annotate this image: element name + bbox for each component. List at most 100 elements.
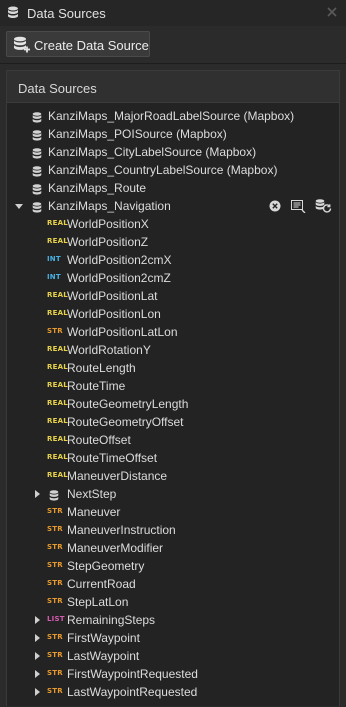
data-field-row[interactable]: REAL RouteGeometryLength (7, 395, 339, 413)
data-field-label: RouteLength (67, 361, 136, 375)
data-field-label: RouteTime (67, 379, 126, 393)
expand-arrow-icon[interactable] (35, 688, 40, 696)
data-field-label: WorldRotationY (67, 343, 151, 357)
data-field-row[interactable]: REAL ManeuverDistance (7, 467, 339, 485)
clear-circle-icon[interactable] (269, 197, 281, 215)
data-field-label: CurrentRoad (67, 577, 136, 591)
create-data-source-button[interactable]: Create Data Source (6, 31, 150, 57)
data-field-row[interactable]: REAL WorldPositionLat (7, 287, 339, 305)
data-field-label: StepLatLon (67, 595, 129, 609)
edit-source-icon[interactable] (291, 197, 306, 215)
data-source-row[interactable]: KanziMaps_MajorRoadLabelSource (Mapbox) (7, 107, 339, 125)
data-sources-panel: Data Sources KanziMaps_MajorRoadLabelSou… (6, 70, 340, 706)
data-source-row[interactable]: KanziMaps_POISource (Mapbox) (7, 125, 339, 143)
data-field-row[interactable]: INT WorldPosition2cmX (7, 251, 339, 269)
database-add-icon (14, 36, 30, 53)
expand-arrow-icon[interactable] (35, 634, 40, 642)
data-source-label: KanziMaps_POISource (Mapbox) (48, 127, 227, 141)
data-field-label: LastWaypointRequested (67, 685, 198, 699)
data-field-row[interactable]: REAL WorldRotationY (7, 341, 339, 359)
type-str-icon: STR (47, 597, 63, 605)
data-source-row[interactable]: KanziMaps_Navigation (7, 197, 339, 215)
type-str-icon: STR (47, 543, 63, 551)
type-str-icon: STR (47, 669, 63, 677)
type-str-icon: STR (47, 561, 63, 569)
data-field-label: ManeuverInstruction (67, 523, 176, 537)
scrollbar[interactable] (336, 103, 339, 707)
type-real-icon: REAL (47, 291, 68, 299)
data-source-label: KanziMaps_Route (48, 181, 147, 195)
type-str-icon: STR (47, 579, 63, 587)
data-field-label: WorldPositionZ (67, 235, 149, 249)
data-field-row[interactable]: REAL RouteTimeOffset (7, 449, 339, 467)
data-field-row[interactable]: REAL RouteLength (7, 359, 339, 377)
data-field-label: RouteGeometryOffset (67, 415, 184, 429)
type-int-icon: INT (47, 273, 61, 281)
data-field-row[interactable]: NextStep (7, 485, 339, 503)
type-str-icon: STR (47, 507, 63, 515)
data-field-label: StepGeometry (67, 559, 145, 573)
data-field-label: LastWaypoint (67, 649, 140, 663)
type-real-icon: REAL (47, 219, 68, 227)
data-field-row[interactable]: STR LastWaypoint (7, 647, 339, 665)
data-field-row[interactable]: REAL WorldPositionZ (7, 233, 339, 251)
data-field-label: WorldPositionLon (67, 307, 161, 321)
type-real-icon: REAL (47, 309, 68, 317)
data-field-row[interactable]: STR StepLatLon (7, 593, 339, 611)
data-source-row[interactable]: KanziMaps_CountryLabelSource (Mapbox) (7, 161, 339, 179)
type-str-icon: STR (47, 651, 63, 659)
data-field-label: RemainingSteps (67, 613, 156, 627)
data-source-label: KanziMaps_MajorRoadLabelSource (Mapbox) (48, 109, 295, 123)
type-real-icon: REAL (47, 453, 68, 461)
close-icon[interactable] (326, 6, 338, 18)
data-field-row[interactable]: STR FirstWaypoint (7, 629, 339, 647)
data-field-row[interactable]: REAL RouteTime (7, 377, 339, 395)
database-icon (8, 6, 18, 18)
data-field-label: WorldPositionLat (67, 289, 158, 303)
data-field-label: Maneuver (67, 505, 121, 519)
data-field-row[interactable]: REAL WorldPositionLon (7, 305, 339, 323)
type-str-icon: STR (47, 525, 63, 533)
type-real-icon: REAL (47, 363, 68, 371)
data-field-row[interactable]: STR Maneuver (7, 503, 339, 521)
data-field-row[interactable]: STR StepGeometry (7, 557, 339, 575)
data-field-row[interactable]: STR CurrentRoad (7, 575, 339, 593)
data-field-row[interactable]: STR WorldPositionLatLon (7, 323, 339, 341)
data-field-row[interactable]: REAL RouteGeometryOffset (7, 413, 339, 431)
data-field-label: NextStep (67, 487, 117, 501)
data-field-label: ManeuverModifier (67, 541, 164, 555)
type-str-icon: STR (47, 633, 63, 641)
type-real-icon: REAL (47, 399, 68, 407)
expand-arrow-icon[interactable] (35, 670, 40, 678)
create-data-source-label: Create Data Source (34, 38, 149, 53)
expand-arrow-icon[interactable] (15, 204, 23, 209)
type-real-icon: REAL (47, 471, 68, 479)
window-title: Data Sources (27, 6, 106, 21)
data-source-row[interactable]: KanziMaps_CityLabelSource (Mapbox) (7, 143, 339, 161)
data-field-label: WorldPositionX (67, 217, 149, 231)
data-field-row[interactable]: INT WorldPosition2cmZ (7, 269, 339, 287)
type-str-icon: STR (47, 327, 63, 335)
data-field-label: RouteTimeOffset (67, 451, 158, 465)
window-titlebar: Data Sources (0, 0, 346, 26)
data-field-label: RouteGeometryLength (67, 397, 189, 411)
data-source-row[interactable]: KanziMaps_Route (7, 179, 339, 197)
data-source-label: KanziMaps_Navigation (48, 199, 171, 213)
data-field-row[interactable]: REAL WorldPositionX (7, 215, 339, 233)
type-real-icon: REAL (47, 237, 68, 245)
data-field-label: FirstWaypoint (67, 631, 140, 645)
data-field-label: RouteOffset (67, 433, 131, 447)
data-field-row[interactable]: STR ManeuverInstruction (7, 521, 339, 539)
divider (0, 63, 346, 64)
data-field-label: WorldPosition2cmZ (67, 271, 171, 285)
data-field-row[interactable]: STR LastWaypointRequested (7, 683, 339, 701)
type-real-icon: REAL (47, 417, 68, 425)
refresh-source-icon[interactable] (315, 197, 332, 215)
data-field-row[interactable]: LIST RemainingSteps (7, 611, 339, 629)
data-field-row[interactable]: REAL RouteOffset (7, 431, 339, 449)
data-field-row[interactable]: STR ManeuverModifier (7, 539, 339, 557)
data-field-row[interactable]: STR FirstWaypointRequested (7, 665, 339, 683)
expand-arrow-icon[interactable] (35, 652, 40, 660)
expand-arrow-icon[interactable] (35, 616, 40, 624)
expand-arrow-icon[interactable] (35, 490, 40, 498)
